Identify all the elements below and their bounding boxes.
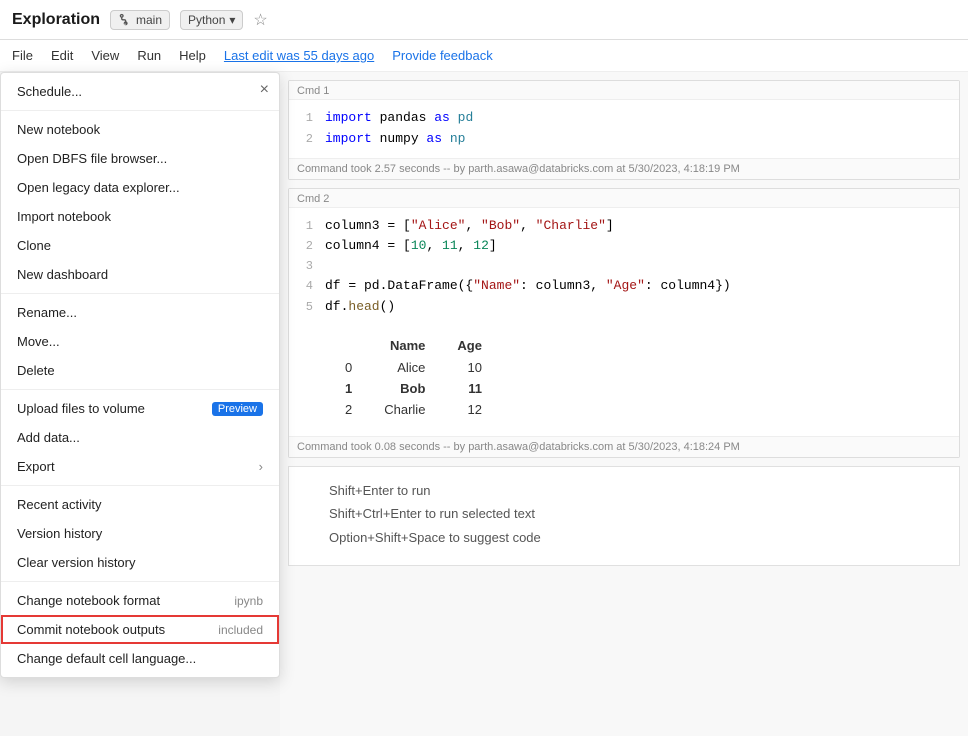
menu-move[interactable]: Move...: [1, 327, 279, 356]
code-line: 4 df = pd.DataFrame({"Name": column3, "A…: [289, 276, 951, 297]
menu-schedule[interactable]: Schedule...: [1, 77, 279, 106]
cell-1-code[interactable]: 1 import pandas as pd 2 import numpy as …: [289, 100, 959, 158]
code-text: df.head(): [325, 297, 395, 318]
cell-2-table-output: Name Age 0 Alice 10 1: [289, 326, 959, 436]
line-num: 2: [289, 237, 325, 256]
table-header-age: Age: [441, 334, 498, 357]
cell-2-code[interactable]: 1 column3 = ["Alice", "Bob", "Charlie"] …: [289, 208, 959, 326]
feedback-link[interactable]: Provide feedback: [392, 48, 492, 63]
table-cell-name: Bob: [368, 378, 441, 399]
menu-open-dbfs[interactable]: Open DBFS file browser...: [1, 144, 279, 173]
chevron-down-icon: ▾: [229, 13, 235, 27]
menu-recent-activity[interactable]: Recent activity: [1, 490, 279, 519]
table-cell-index: 1: [329, 378, 368, 399]
top-bar: Exploration main Python ▾ ☆: [0, 0, 968, 40]
code-text: df = pd.DataFrame({"Name": column3, "Age…: [325, 276, 731, 297]
app-title: Exploration: [12, 11, 100, 29]
file-dropdown-menu: × Schedule... New notebook Open DBFS fil…: [0, 72, 280, 678]
menu-add-data[interactable]: Add data...: [1, 423, 279, 452]
divider-5: [1, 581, 279, 582]
code-line: 1 import pandas as pd: [289, 108, 951, 129]
line-num: 1: [289, 109, 325, 128]
divider-3: [1, 389, 279, 390]
divider-2: [1, 293, 279, 294]
code-line: 2 column4 = [10, 11, 12]: [289, 236, 951, 257]
menu-new-notebook[interactable]: New notebook: [1, 115, 279, 144]
menu-import-notebook[interactable]: Import notebook: [1, 202, 279, 231]
code-text: column3 = ["Alice", "Bob", "Charlie"]: [325, 216, 614, 237]
cell-1: Cmd 1 1 import pandas as pd 2 import num…: [288, 80, 960, 180]
table-header-index: [329, 334, 368, 357]
language-badge[interactable]: Python ▾: [180, 10, 243, 30]
table-row: 2 Charlie 12: [329, 399, 498, 420]
arrow-right-icon: ›: [259, 459, 263, 474]
star-icon[interactable]: ☆: [253, 10, 267, 30]
output-table: Name Age 0 Alice 10 1: [329, 334, 498, 420]
table-cell-name: Charlie: [368, 399, 441, 420]
table-header-name: Name: [368, 334, 441, 357]
table-cell-age: 11: [441, 378, 498, 399]
menu-version-history[interactable]: Version history: [1, 519, 279, 548]
table-cell-age: 12: [441, 399, 498, 420]
line-num: 4: [289, 277, 325, 296]
hint-1: Shift+Enter to run: [329, 479, 943, 502]
branch-icon: [118, 13, 132, 27]
line-num: 1: [289, 217, 325, 236]
menu-run[interactable]: Run: [137, 44, 161, 67]
branch-badge[interactable]: main: [110, 10, 170, 30]
language-name: Python: [188, 13, 225, 27]
code-line: 1 column3 = ["Alice", "Bob", "Charlie"]: [289, 216, 951, 237]
cell-2-label: Cmd 2: [289, 189, 959, 208]
menu-export[interactable]: Export ›: [1, 452, 279, 481]
divider-4: [1, 485, 279, 486]
menu-view[interactable]: View: [91, 44, 119, 67]
menu-commit-outputs[interactable]: Commit notebook outputs included: [1, 615, 279, 644]
menu-upload-files[interactable]: Upload files to volume Preview: [1, 394, 279, 423]
cells-wrapper: Cmd 1 1 import pandas as pd 2 import num…: [280, 72, 968, 574]
preview-badge: Preview: [212, 402, 263, 416]
cell-1-label: Cmd 1: [289, 81, 959, 100]
line-num: 2: [289, 130, 325, 149]
code-line: 5 df.head(): [289, 297, 951, 318]
code-line: 3: [289, 257, 951, 276]
menu-bar: File Edit View Run Help Last edit was 55…: [0, 40, 968, 72]
table-cell-index: 2: [329, 399, 368, 420]
menu-change-format[interactable]: Change notebook format ipynb: [1, 586, 279, 615]
branch-name: main: [136, 13, 162, 27]
cell-1-output-info: Command took 2.57 seconds -- by parth.as…: [289, 158, 959, 179]
menu-file[interactable]: File: [12, 44, 33, 67]
menu-edit[interactable]: Edit: [51, 44, 73, 67]
code-text: column4 = [10, 11, 12]: [325, 236, 497, 257]
code-line: 2 import numpy as np: [289, 129, 951, 150]
code-text: import pandas as pd: [325, 108, 473, 129]
table-cell-name: Alice: [368, 357, 441, 378]
main-layout: × Schedule... New notebook Open DBFS fil…: [0, 72, 968, 736]
code-text: import numpy as np: [325, 129, 465, 150]
cell-2-output-info: Command took 0.08 seconds -- by parth.as…: [289, 436, 959, 457]
menu-delete[interactable]: Delete: [1, 356, 279, 385]
menu-rename[interactable]: Rename...: [1, 298, 279, 327]
table-cell-age: 10: [441, 357, 498, 378]
hint-2: Shift+Ctrl+Enter to run selected text: [329, 502, 943, 525]
divider-1: [1, 110, 279, 111]
line-num: 3: [289, 257, 325, 276]
cell-2: Cmd 2 1 column3 = ["Alice", "Bob", "Char…: [288, 188, 960, 458]
hint-3: Option+Shift+Space to suggest code: [329, 526, 943, 549]
table-row: 0 Alice 10: [329, 357, 498, 378]
menu-clear-version-history[interactable]: Clear version history: [1, 548, 279, 577]
menu-help[interactable]: Help: [179, 44, 206, 67]
last-edit-link[interactable]: Last edit was 55 days ago: [224, 48, 374, 63]
menu-open-legacy[interactable]: Open legacy data explorer...: [1, 173, 279, 202]
menu-clone[interactable]: Clone: [1, 231, 279, 260]
line-num: 5: [289, 298, 325, 317]
hint-cell: Shift+Enter to run Shift+Ctrl+Enter to r…: [288, 466, 960, 566]
notebook-area: Cmd 1 1 import pandas as pd 2 import num…: [280, 72, 968, 736]
table-cell-index: 0: [329, 357, 368, 378]
menu-change-language[interactable]: Change default cell language...: [1, 644, 279, 673]
menu-new-dashboard[interactable]: New dashboard: [1, 260, 279, 289]
format-badge: ipynb: [234, 594, 263, 608]
included-badge: included: [218, 623, 263, 637]
table-row: 1 Bob 11: [329, 378, 498, 399]
